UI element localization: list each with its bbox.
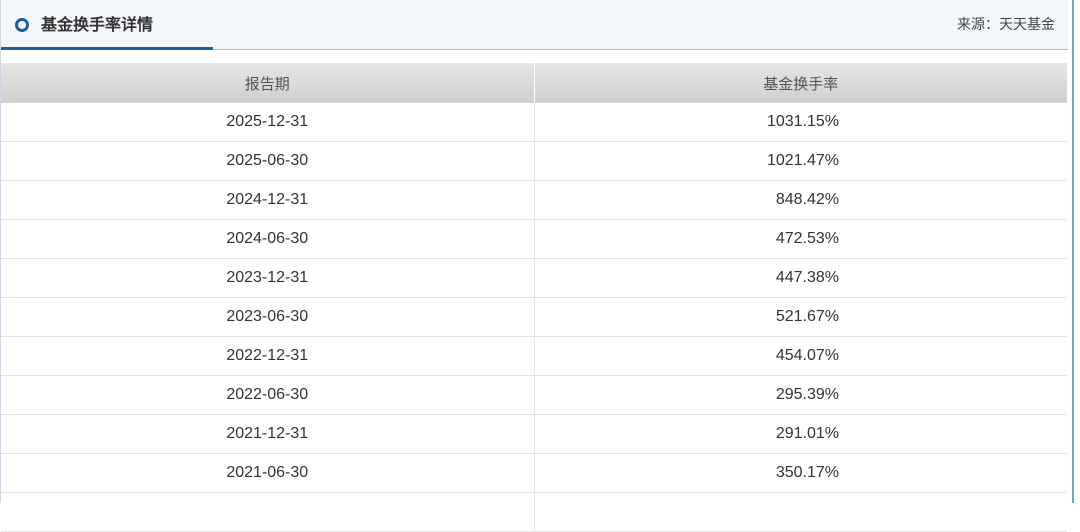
turnover-rate-cell: 295.39% — [533, 375, 1067, 415]
table-row: 2022-12-31 454.07% — [1, 336, 1067, 376]
period-cell-empty — [1, 492, 534, 532]
turnover-rate-cell: 350.17% — [533, 453, 1067, 493]
table-row: 2023-06-30 521.67% — [1, 297, 1067, 337]
turnover-panel: 基金换手率详情 来源：天天基金 报告期 基金换手率 2025-12-31 103… — [0, 0, 1069, 532]
period-cell: 2024-12-31 — [1, 180, 534, 220]
period-cell: 2024-06-30 — [1, 219, 534, 259]
scrollbar-line[interactable] — [1072, 0, 1074, 503]
period-cell: 2023-12-31 — [1, 258, 534, 298]
panel-title: 基金换手率详情 — [41, 15, 154, 34]
period-cell: 2021-12-31 — [1, 414, 534, 454]
turnover-rate-cell: 848.42% — [533, 180, 1067, 220]
table-row: 2025-12-31 1031.15% — [1, 103, 1067, 142]
turnover-rate-cell: 1031.15% — [533, 103, 1067, 142]
turnover-rate-cell: 472.53% — [533, 219, 1067, 259]
table-row: 2022-06-30 295.39% — [1, 375, 1067, 415]
period-cell: 2022-06-30 — [1, 375, 534, 415]
circle-bullet-icon — [15, 18, 29, 32]
table-row: 2021-12-31 291.01% — [1, 414, 1067, 454]
period-cell: 2025-06-30 — [1, 141, 534, 181]
turnover-rate-cell: 1021.47% — [533, 141, 1067, 181]
turnover-rate-cell: 447.38% — [533, 258, 1067, 298]
period-cell: 2025-12-31 — [1, 103, 534, 142]
scrollbar-track[interactable] — [1068, 0, 1080, 503]
header-accent-bar — [1, 47, 213, 50]
table-row: 2024-06-30 472.53% — [1, 219, 1067, 259]
table-header-row: 报告期 基金换手率 — [1, 63, 1067, 103]
period-cell: 2021-06-30 — [1, 453, 534, 493]
turnover-rate-cell-empty — [533, 492, 1067, 532]
table-row: 2021-06-30 350.17% — [1, 453, 1067, 493]
period-cell: 2023-06-30 — [1, 297, 534, 337]
table-row: 2024-12-31 848.42% — [1, 180, 1067, 220]
table-row: 2025-06-30 1021.47% — [1, 141, 1067, 181]
turnover-table: 报告期 基金换手率 2025-12-31 1031.15% 2025-06-30… — [1, 63, 1067, 532]
turnover-rate-cell: 454.07% — [533, 336, 1067, 376]
column-header-turnover-rate: 基金换手率 — [533, 63, 1067, 103]
turnover-rate-cell: 291.01% — [533, 414, 1067, 454]
panel-header: 基金换手率详情 来源：天天基金 — [1, 0, 1069, 50]
table-row-partial — [1, 492, 1067, 532]
table-row: 2023-12-31 447.38% — [1, 258, 1067, 298]
turnover-rate-cell: 521.67% — [533, 297, 1067, 337]
period-cell: 2022-12-31 — [1, 336, 534, 376]
column-header-period: 报告期 — [1, 63, 534, 103]
data-source-label: 来源：天天基金 — [957, 17, 1055, 33]
